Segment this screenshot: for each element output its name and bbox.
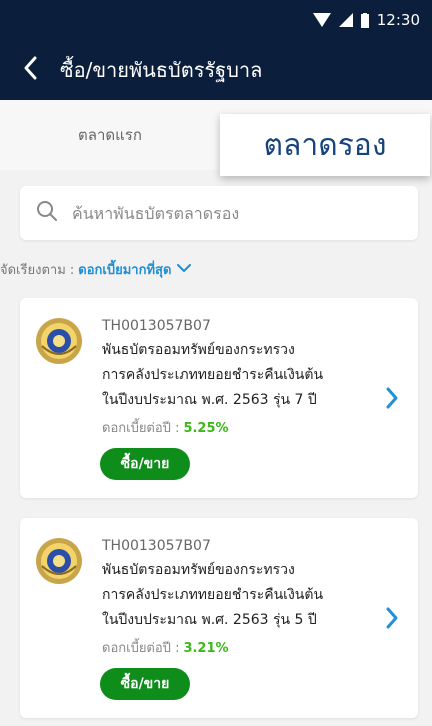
bond-rate: ดอกเบี้ยต่อปี :3.21%: [102, 641, 229, 656]
search-icon: [36, 200, 58, 226]
chevron-left-icon: [23, 56, 37, 84]
ministry-seal-icon: [34, 316, 84, 366]
bond-card[interactable]: TH0013057B07 พันธบัตรออมทรัพย์ของกระทรวง…: [20, 298, 418, 498]
ministry-seal-icon: [34, 536, 84, 586]
tab-secondary-market[interactable]: ตลาดรอง: [220, 114, 430, 176]
wifi-icon: [312, 13, 331, 27]
bond-name: พันธบัตรออมทรัพย์ของกระทรวง การคลังประเภ…: [102, 562, 324, 628]
search-input[interactable]: [70, 202, 394, 224]
bond-code: TH0013057B07: [102, 318, 211, 334]
battery-icon: [360, 12, 369, 28]
sort-bar: จัดเรียงตาม : ดอกเบี้ยมากที่สุด: [0, 256, 192, 282]
back-button[interactable]: [0, 40, 60, 100]
sort-dropdown[interactable]: ดอกเบี้ยมากที่สุด: [78, 259, 192, 280]
buy-sell-button[interactable]: ซื้อ/ขาย: [100, 668, 190, 700]
rate-value: 5.25%: [183, 421, 229, 436]
buy-sell-button[interactable]: ซื้อ/ขาย: [100, 448, 190, 480]
chevron-down-icon: [177, 262, 192, 277]
page-title: ซื้อ/ขายพันธบัตรรัฐบาล: [60, 58, 263, 82]
search-box: [20, 186, 418, 240]
rate-value: 3.21%: [183, 641, 229, 656]
bond-card[interactable]: TH0013057B07 พันธบัตรออมทรัพย์ของกระทรวง…: [20, 518, 418, 718]
sort-value: ดอกเบี้ยมากที่สุด: [78, 262, 172, 278]
tab-primary-market[interactable]: ตลาดแรก: [0, 100, 220, 170]
bond-name: พันธบัตรออมทรัพย์ของกระทรวง การคลังประเภ…: [102, 342, 324, 408]
status-bar: 12:30: [0, 0, 432, 40]
market-tabs: ตลาดแรก ตลาดรอง: [0, 100, 432, 176]
status-time: 12:30: [376, 11, 420, 29]
app-bar: ซื้อ/ขายพันธบัตรรัฐบาล: [0, 40, 432, 100]
bond-rate: ดอกเบี้ยต่อปี :5.25%: [102, 421, 229, 436]
cellular-signal-icon: [338, 13, 353, 27]
bond-info: TH0013057B07 พันธบัตรออมทรัพย์ของกระทรวง…: [102, 316, 362, 438]
chevron-right-icon[interactable]: [382, 606, 402, 630]
bond-code: TH0013057B07: [102, 538, 211, 554]
chevron-right-icon[interactable]: [382, 386, 402, 410]
bond-info: TH0013057B07 พันธบัตรออมทรัพย์ของกระทรวง…: [102, 536, 362, 658]
sort-label: จัดเรียงตาม :: [0, 262, 75, 278]
